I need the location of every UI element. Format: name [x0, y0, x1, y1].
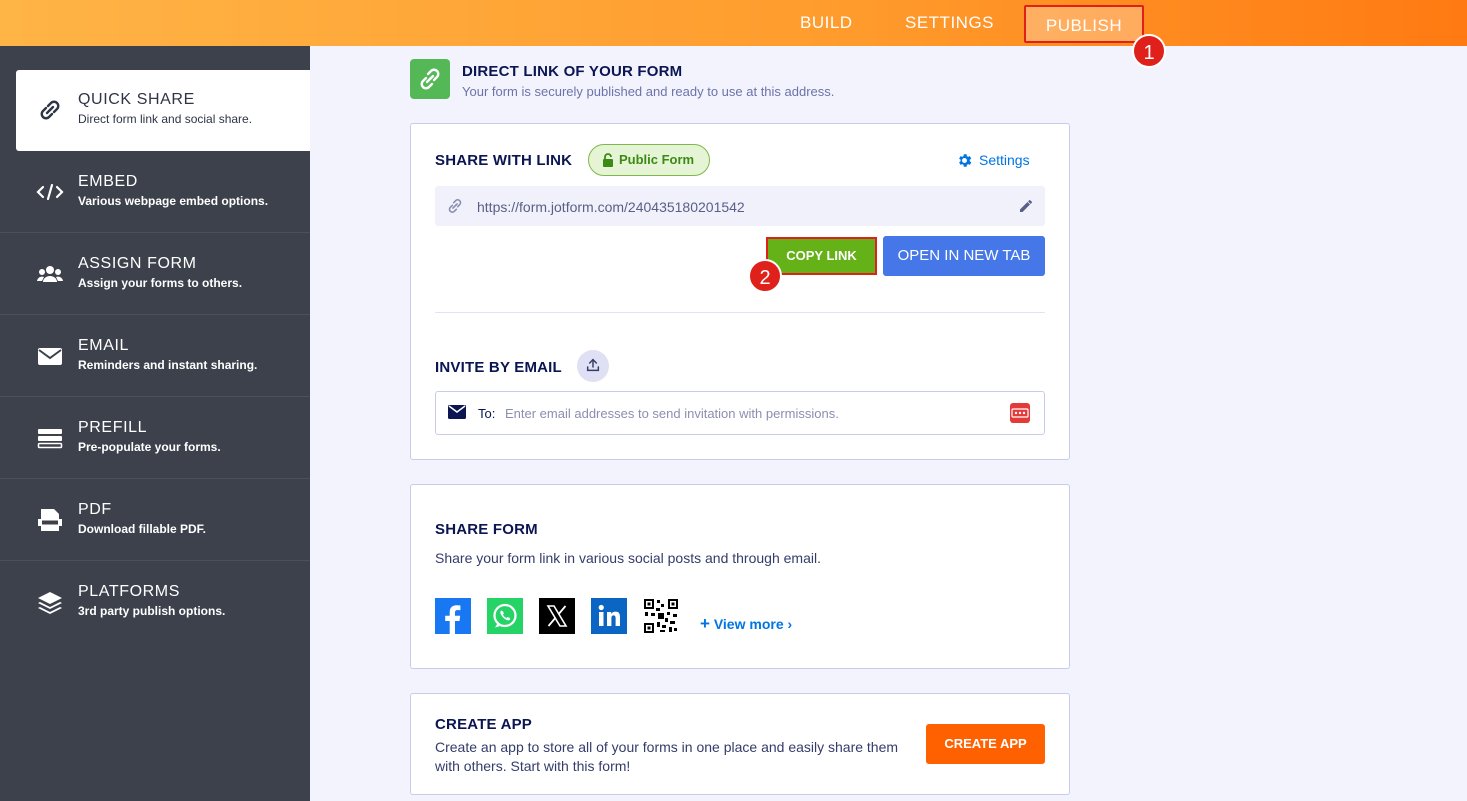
password-dots-icon: [1010, 403, 1030, 423]
page-subtitle: Your form is securely published and read…: [462, 84, 835, 99]
sidebar-item-embed[interactable]: EMBED Various webpage embed options.: [0, 152, 310, 233]
upload-icon: [586, 358, 600, 372]
envelope-icon: [38, 348, 62, 365]
sidebar-item-subtitle: Reminders and instant sharing.: [78, 358, 258, 372]
top-navigation-bar: BUILD SETTINGS PUBLISH: [0, 0, 1467, 46]
sidebar-item-title: QUICK SHARE: [78, 91, 195, 108]
create-app-description: Create an app to store all of your forms…: [435, 739, 899, 774]
sidebar-item-subtitle: Download fillable PDF.: [78, 522, 207, 536]
sidebar-item-title: PREFILL: [78, 419, 148, 436]
pdf-icon: [38, 509, 62, 531]
tab-publish[interactable]: PUBLISH: [1024, 5, 1144, 43]
create-app-title: CREATE APP: [435, 716, 533, 733]
users-icon: [37, 266, 63, 282]
prefill-icon: [37, 429, 63, 449]
linkedin-icon[interactable]: [591, 598, 627, 634]
sidebar-item-title: PLATFORMS: [78, 583, 181, 600]
open-in-new-tab-button[interactable]: OPEN IN NEW TAB: [883, 236, 1045, 276]
view-more-link[interactable]: + View more ›: [700, 614, 792, 634]
upload-button[interactable]: [577, 350, 609, 382]
sidebar-item-assign-form[interactable]: ASSIGN FORM Assign your forms to others.: [0, 234, 310, 315]
tab-settings[interactable]: SETTINGS: [905, 0, 994, 46]
view-more-label: View more: [713, 616, 784, 632]
layers-icon: [38, 592, 62, 614]
share-form-title: SHARE FORM: [435, 521, 538, 538]
code-icon: [36, 183, 64, 201]
create-app-button[interactable]: CREATE APP: [926, 724, 1045, 764]
whatsapp-icon[interactable]: [487, 598, 523, 634]
sidebar-item-email[interactable]: EMAIL Reminders and instant sharing.: [0, 316, 310, 397]
copy-link-button[interactable]: COPY LINK: [766, 237, 877, 275]
link-icon: [40, 100, 60, 120]
public-form-badge[interactable]: Public Form: [588, 144, 710, 176]
sidebar-item-pdf[interactable]: PDF Download fillable PDF.: [0, 480, 310, 561]
gear-icon: [959, 154, 972, 167]
sidebar-item-title: EMBED: [78, 173, 138, 190]
qr-code-icon[interactable]: [643, 598, 679, 634]
sidebar-item-platforms[interactable]: PLATFORMS 3rd party publish options.: [0, 562, 310, 643]
sidebar-item-subtitle: 3rd party publish options.: [78, 604, 226, 618]
tab-build[interactable]: BUILD: [800, 0, 853, 46]
public-form-label: Public Form: [619, 152, 695, 167]
step-badge-2: 2: [748, 259, 782, 293]
share-form-description: Share your form link in various social p…: [435, 550, 821, 566]
share-form-card: [410, 484, 1070, 669]
email-to-label: To:: [478, 406, 496, 421]
chevron-right-icon: ›: [787, 616, 793, 632]
pencil-icon[interactable]: [1018, 198, 1034, 214]
sidebar-item-prefill[interactable]: PREFILL Pre-populate your forms.: [0, 398, 310, 479]
sidebar-item-subtitle: Various webpage embed options.: [78, 194, 269, 208]
link-icon: [448, 199, 462, 213]
page-title: DIRECT LINK OF YOUR FORM: [462, 63, 683, 80]
sidebar-item-subtitle: Direct form link and social share.: [78, 112, 253, 126]
envelope-icon: [448, 405, 466, 419]
sidebar-item-title: EMAIL: [78, 337, 130, 354]
sidebar-item-quick-share[interactable]: QUICK SHARE Direct form link and social …: [16, 70, 310, 151]
sidebar: QUICK SHARE Direct form link and social …: [0, 46, 310, 801]
invite-by-email-title: INVITE BY EMAIL: [435, 359, 562, 376]
section-divider: [435, 312, 1045, 313]
facebook-icon[interactable]: [435, 598, 471, 634]
step-badge-1: 1: [1132, 34, 1166, 68]
sidebar-item-title: PDF: [78, 501, 112, 518]
sidebar-item-title: ASSIGN FORM: [78, 255, 197, 272]
email-placeholder: Enter email addresses to send invitation…: [505, 406, 839, 421]
form-url: https://form.jotform.com/240435180201542: [477, 199, 745, 215]
lock-icon: [603, 153, 613, 167]
x-icon[interactable]: [539, 598, 575, 634]
share-with-link-title: SHARE WITH LINK: [435, 152, 573, 169]
sidebar-item-subtitle: Assign your forms to others.: [78, 276, 243, 290]
sidebar-item-subtitle: Pre-populate your forms.: [78, 440, 221, 454]
link-icon: [410, 59, 450, 99]
settings-label: Settings: [979, 152, 1030, 168]
plus-icon: +: [700, 614, 710, 633]
